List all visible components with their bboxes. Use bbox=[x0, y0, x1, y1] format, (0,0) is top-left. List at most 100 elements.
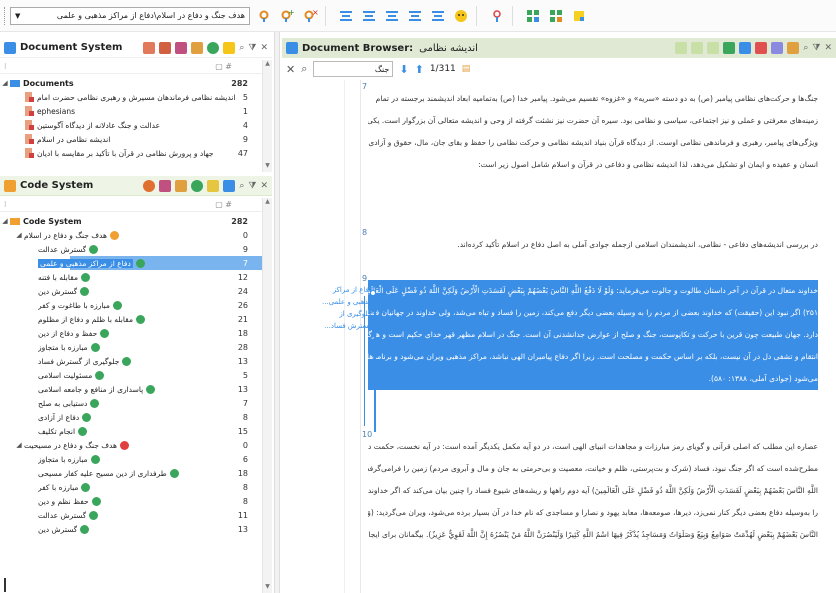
find-next-icon[interactable] bbox=[691, 42, 704, 54]
document-color-icon[interactable] bbox=[191, 41, 204, 54]
code-row[interactable]: انجام تکلیف 15 bbox=[0, 424, 262, 438]
code-add-icon[interactable]: + bbox=[278, 7, 296, 25]
code-row[interactable]: مبارزه با متجاوز 6 bbox=[0, 452, 262, 466]
activate-codes-icon[interactable] bbox=[191, 179, 204, 192]
code-row[interactable]: مبارزه با کفر 8 bbox=[0, 480, 262, 494]
document-row[interactable]: اندیشه نظامی در اسلام 9 bbox=[0, 132, 262, 146]
code-icon[interactable] bbox=[255, 7, 273, 25]
chevron-down-icon[interactable]: ▼ bbox=[15, 12, 20, 20]
search-icon[interactable]: ⌕ bbox=[803, 43, 808, 53]
pane-splitter[interactable] bbox=[274, 32, 280, 593]
code-row[interactable]: گسترش دین 13 bbox=[0, 522, 262, 536]
code-row[interactable]: گسترش دین 24 bbox=[0, 284, 262, 298]
code-row[interactable]: گسترش عدالت 11 bbox=[0, 508, 262, 522]
close-icon[interactable]: ✕ bbox=[260, 181, 268, 191]
document-set-icon[interactable] bbox=[175, 41, 188, 54]
code-set-icon[interactable] bbox=[159, 179, 172, 192]
scroll-up-icon[interactable]: ▲ bbox=[263, 198, 272, 208]
paragraph-text[interactable]: جنگ‌ها و حرکت‌های نظامی پیامبر (ص) به دو… bbox=[368, 88, 818, 176]
collapse-icon[interactable]: ◢ bbox=[14, 231, 24, 239]
align-3-icon[interactable] bbox=[383, 7, 401, 25]
code-row[interactable]: دفاع از مراکز مذهبی و علمی 7 bbox=[0, 256, 262, 270]
document-memo-icon[interactable] bbox=[223, 41, 236, 54]
search-icon[interactable]: ⌕ bbox=[239, 43, 244, 53]
results-icon[interactable]: ▤ bbox=[462, 64, 471, 74]
align-1-icon[interactable] bbox=[337, 7, 355, 25]
paragraph-text[interactable]: در بررسی اندیشه‌های دفاعی - نظامی، اندیش… bbox=[368, 234, 818, 256]
code-row[interactable]: طرفداری از دین مسیح علیه کفار مسیحی 18 bbox=[0, 466, 262, 480]
search-icon[interactable]: ⌕ bbox=[239, 181, 244, 191]
scroll-down-icon[interactable]: ▼ bbox=[263, 162, 272, 172]
code-grid-icon[interactable] bbox=[207, 179, 220, 192]
code-select-dropdown[interactable]: هدف جنگ و دفاع در اسلام\دفاع از مراکز مذ… bbox=[10, 6, 250, 25]
document-row[interactable]: ephesians 1 bbox=[0, 104, 262, 118]
code-color-icon[interactable] bbox=[175, 179, 188, 192]
collapse-icon[interactable]: ◢ bbox=[14, 441, 24, 449]
new-document-icon[interactable] bbox=[143, 41, 156, 54]
code-row[interactable]: مبارزه با طاغوت و کفر 26 bbox=[0, 298, 262, 312]
activate-icon[interactable] bbox=[207, 41, 220, 54]
code-row[interactable]: پاسداری از منافع و جامعه اسلامی 13 bbox=[0, 382, 262, 396]
align-2-icon[interactable] bbox=[360, 7, 378, 25]
paragraph-text[interactable]: خداوند متعال در قرآن در آخر داستان طالوت… bbox=[368, 280, 818, 390]
collapse-icon[interactable]: ◢ bbox=[0, 79, 10, 87]
close-icon[interactable]: ✕ bbox=[260, 43, 268, 53]
emoji-icon[interactable] bbox=[452, 7, 470, 25]
code-row[interactable]: دستیابی به صلح 7 bbox=[0, 396, 262, 410]
import-document-icon[interactable] bbox=[159, 41, 172, 54]
highlight-codes-icon[interactable] bbox=[787, 42, 800, 54]
paragraph-number[interactable]: 9 bbox=[362, 274, 367, 283]
code-row[interactable]: حفظ و دفاع از دین 18 bbox=[0, 326, 262, 340]
column-icon[interactable]: ▢ # bbox=[215, 62, 232, 71]
document-row[interactable]: عدالت و جنگ عادلانه از دیدگاه آگوستین 4 bbox=[0, 118, 262, 132]
coding-bracket-2[interactable] bbox=[364, 296, 367, 426]
document-row[interactable]: اندیشه نظامی فرماندهان مسیرش و رهبری نظا… bbox=[0, 90, 262, 104]
export-icon[interactable] bbox=[755, 42, 768, 54]
code-row[interactable]: مبارزه با متجاوز 28 bbox=[0, 340, 262, 354]
code-row[interactable]: مسئولیت اسلامی 5 bbox=[0, 368, 262, 382]
close-search-icon[interactable]: ✕ bbox=[286, 63, 295, 76]
code-row[interactable]: مقابله با فتنه 12 bbox=[0, 270, 262, 284]
code-row[interactable]: مقابله با ظلم و دفاع از مظلوم 21 bbox=[0, 312, 262, 326]
filter-icon[interactable]: ⧩ bbox=[248, 181, 256, 191]
coding-marker-icon[interactable] bbox=[370, 290, 376, 296]
paste-code-icon[interactable] bbox=[547, 7, 565, 25]
new-code-icon[interactable] bbox=[143, 179, 156, 192]
code-matrix-icon[interactable] bbox=[223, 179, 236, 192]
memo-icon[interactable] bbox=[570, 7, 588, 25]
filter-codes-icon[interactable] bbox=[771, 42, 784, 54]
arrow-down-icon[interactable]: ⬇ bbox=[399, 63, 408, 76]
code-row[interactable]: دفاع از آزادی 8 bbox=[0, 410, 262, 424]
code-row[interactable]: گسترش عدالت 9 bbox=[0, 242, 262, 256]
paragraph-text[interactable]: عصاره این مطلب که اصلی قرآنی و گویای رمز… bbox=[368, 436, 818, 546]
arrow-up-icon[interactable]: ⬆ bbox=[415, 63, 424, 76]
find-icon[interactable] bbox=[675, 42, 688, 54]
paragraph-number[interactable]: 7 bbox=[362, 82, 367, 91]
documents-root-row[interactable]: ◢ Documents 282 bbox=[0, 76, 262, 90]
edit-mode-icon[interactable] bbox=[723, 42, 736, 54]
collapse-icon[interactable]: ◢ bbox=[0, 217, 10, 225]
highlight-icon[interactable] bbox=[488, 7, 506, 25]
document-scrollbar[interactable]: ▲ ▼ bbox=[262, 60, 272, 172]
align-4-icon[interactable] bbox=[406, 7, 424, 25]
code-row[interactable]: جلوگیری از گسترش فساد 13 bbox=[0, 354, 262, 368]
close-icon[interactable]: ✕ bbox=[824, 43, 832, 53]
filter-icon[interactable]: ⧩ bbox=[248, 43, 256, 53]
code-root-row[interactable]: ◢ Code System 282 bbox=[0, 214, 262, 228]
scroll-up-icon[interactable]: ▲ bbox=[263, 60, 272, 70]
copy-code-icon[interactable] bbox=[524, 7, 542, 25]
document-text[interactable]: 7 جنگ‌ها و حرکت‌های نظامی پیامبر (ص) به د… bbox=[290, 80, 826, 593]
code-remove-icon[interactable]: × bbox=[301, 7, 319, 25]
find-prev-icon[interactable] bbox=[707, 42, 720, 54]
print-icon[interactable] bbox=[739, 42, 752, 54]
document-search-input[interactable]: جنگ bbox=[313, 61, 394, 77]
code-row[interactable]: ◢ هدف جنگ و دفاع در مسیحیت 0 bbox=[0, 438, 262, 452]
coding-bracket[interactable] bbox=[374, 292, 377, 432]
filter-icon[interactable]: ⧩ bbox=[812, 43, 820, 53]
code-row[interactable]: حفظ نظم و دین 8 bbox=[0, 494, 262, 508]
document-row[interactable]: جهاد و پرورش نظامی در قرآن با تأکید بر م… bbox=[0, 146, 262, 160]
code-scrollbar[interactable]: ▲ ▼ bbox=[262, 198, 272, 593]
toolbar-grip[interactable] bbox=[4, 6, 7, 25]
align-5-icon[interactable] bbox=[429, 7, 447, 25]
paragraph-number[interactable]: 8 bbox=[362, 228, 367, 237]
